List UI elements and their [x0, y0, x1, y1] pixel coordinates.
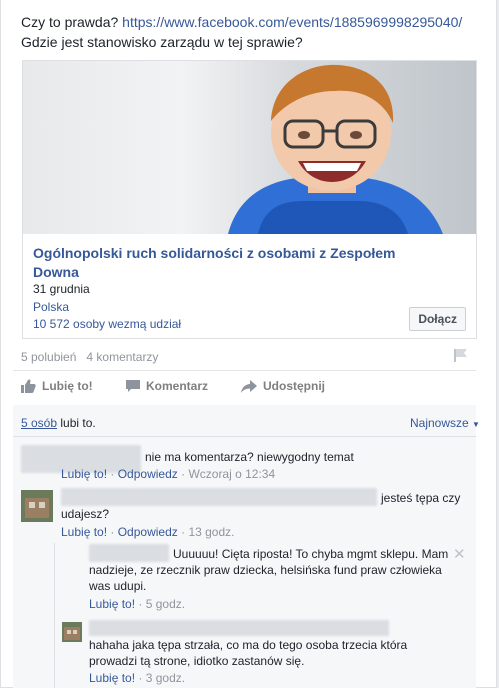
reply-text: nadzieje, ze rzecznik praw dziecka, hels…: [89, 563, 442, 577]
avatar[interactable]: [21, 490, 53, 522]
comment-reply-link[interactable]: Odpowiedz: [118, 525, 178, 539]
reply-like-link[interactable]: Lubię to!: [89, 597, 135, 611]
event-link[interactable]: https://www.facebook.com/events/18859699…: [122, 14, 462, 30]
comment-text: udajesz?: [61, 507, 110, 521]
event-photo-illustration: [228, 64, 443, 234]
event-date: 31 grudnia: [33, 282, 90, 296]
post-text: Czy to prawda? https://www.facebook.com/…: [21, 12, 462, 52]
reply-time[interactable]: 3 godz.: [146, 671, 185, 685]
comment-like-link[interactable]: Lubię to!: [61, 467, 107, 481]
divider: [13, 370, 476, 371]
reply-text: was udupi.: [89, 579, 147, 593]
comment-reply-link[interactable]: Odpowiedz: [118, 467, 178, 481]
comment-icon: [126, 379, 140, 392]
thumbs-up-icon: [21, 379, 36, 393]
event-place[interactable]: Polska: [33, 300, 69, 314]
share-action-label: Udostępnij: [263, 379, 325, 393]
likes-summary: 5 osób lubi to.: [21, 416, 96, 430]
event-preview[interactable]: Ogólnopolski ruch solidarności z osobami…: [22, 60, 477, 339]
redacted-commenter: [89, 620, 389, 636]
reply-text: prowadzi tą strone, idiotko zastanów się…: [89, 654, 305, 668]
redacted-commenter: [89, 544, 169, 562]
redacted-commenter: [61, 488, 377, 506]
post-card: Czy to prawda? https://www.facebook.com/…: [0, 0, 497, 688]
comment-meta: Lubię to! · Odpowiedz · Wczoraj o 12:34: [61, 467, 276, 481]
sort-dropdown[interactable]: Najnowsze ▼: [410, 416, 480, 430]
comment-time[interactable]: 13 godz.: [188, 525, 234, 539]
like-action[interactable]: Lubię to!: [21, 379, 93, 393]
divider: [13, 436, 476, 437]
reply-like-link[interactable]: Lubię to!: [89, 671, 135, 685]
reply-meta: Lubię to! · 5 godz.: [89, 597, 186, 611]
action-bar: Lubię to! Komentarz Udostępnij: [21, 379, 481, 397]
avatar-image: [62, 622, 82, 642]
avatar-image: [21, 490, 53, 522]
reply-meta: Lubię to! · 3 godz.: [89, 671, 186, 685]
likes-count[interactable]: 5 polubień: [21, 350, 76, 364]
share-action[interactable]: Udostępnij: [241, 379, 325, 393]
comment-text: jesteś tępa czy: [381, 491, 461, 505]
flag-icon[interactable]: [453, 348, 469, 362]
reply-time[interactable]: 5 godz.: [146, 597, 185, 611]
sort-label: Najnowsze: [410, 416, 469, 430]
post-stats: 5 polubień 4 komentarzy: [21, 350, 158, 364]
share-icon: [241, 379, 257, 393]
join-button[interactable]: Dołącz: [409, 307, 466, 331]
post-text-line2: Gdzie jest stanowisko zarządu w tej spra…: [21, 34, 303, 50]
chevron-down-icon: ▼: [472, 420, 480, 429]
comment-time[interactable]: Wczoraj o 12:34: [188, 467, 275, 481]
comment-text: nie ma komentarza? niewygodny temat: [145, 450, 354, 464]
comment-action-label: Komentarz: [146, 379, 209, 393]
comment-meta: Lubię to! · Odpowiedz · 13 godz.: [61, 525, 235, 539]
post-text-line1: Czy to prawda?: [21, 14, 123, 30]
avatar[interactable]: [62, 622, 82, 642]
comments-count[interactable]: 4 komentarzy: [86, 350, 158, 364]
likers-link[interactable]: 5 osób: [21, 416, 57, 430]
reply-text: Uuuuuu! Cięta riposta! To chyba mgmt skl…: [173, 547, 449, 561]
event-title[interactable]: Ogólnopolski ruch solidarności z osobami…: [33, 244, 403, 282]
reply-text: hahaha jaka tępa strzała, co ma do tego …: [89, 638, 408, 652]
event-attending[interactable]: 10 572 osoby wezmą udział: [33, 317, 181, 331]
event-image[interactable]: [23, 61, 476, 234]
reply-thread-line: [54, 543, 55, 688]
comment-like-link[interactable]: Lubię to!: [61, 525, 107, 539]
comment-action[interactable]: Komentarz: [126, 379, 208, 393]
like-action-label: Lubię to!: [42, 379, 93, 393]
close-icon[interactable]: ✕: [453, 545, 466, 563]
likes-summary-suffix: lubi to.: [57, 416, 96, 430]
